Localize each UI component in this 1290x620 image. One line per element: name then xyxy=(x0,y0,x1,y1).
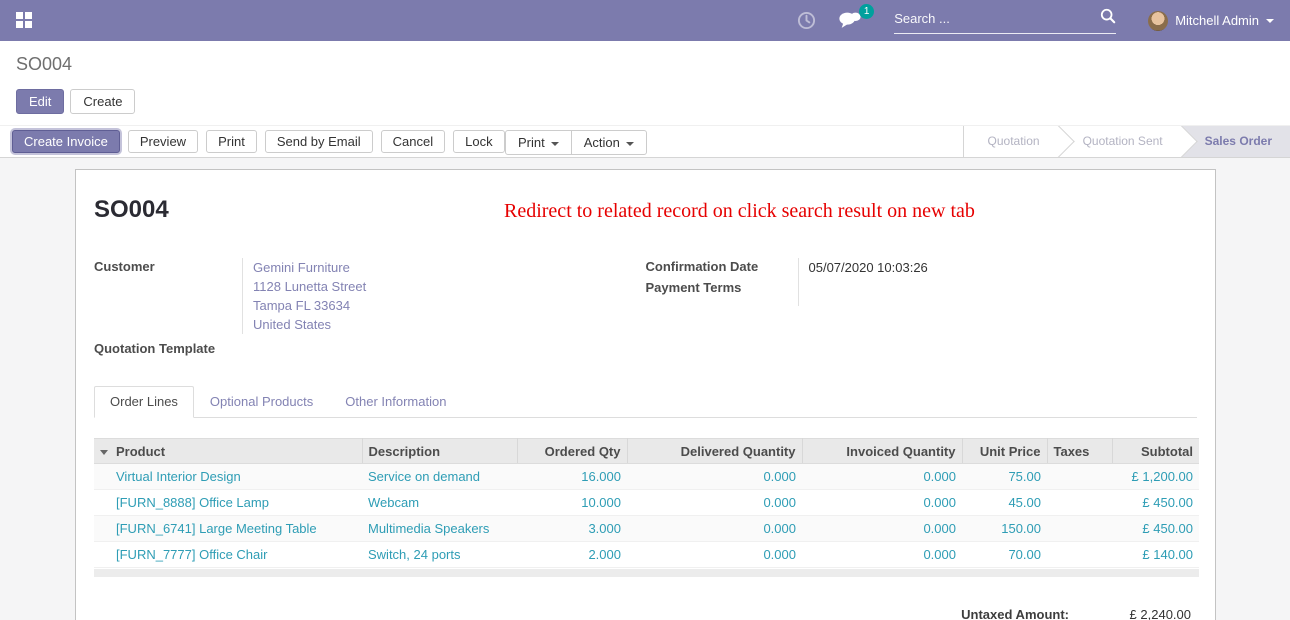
cell-subtotal[interactable]: £ 450.00 xyxy=(1112,490,1199,516)
col-description[interactable]: Description xyxy=(362,439,517,464)
order-lines-table: Product Description Ordered Qty Delivere… xyxy=(94,438,1199,568)
cell-subtotal[interactable]: £ 140.00 xyxy=(1112,542,1199,568)
cell-ordered-qty[interactable]: 16.000 xyxy=(517,464,627,490)
cell-unit-price[interactable]: 150.00 xyxy=(962,516,1047,542)
cell-ordered-qty[interactable]: 3.000 xyxy=(517,516,627,542)
col-unit-price[interactable]: Unit Price xyxy=(962,439,1047,464)
quotation-template-value[interactable] xyxy=(242,340,646,356)
confirmation-date-label: Confirmation Date xyxy=(646,258,798,274)
form-view: SO004 Redirect to related record on clic… xyxy=(0,158,1290,583)
cell-delivered-qty[interactable]: 0.000 xyxy=(627,542,802,568)
edit-button[interactable]: Edit xyxy=(16,89,64,114)
cell-description[interactable]: Multimedia Speakers xyxy=(362,516,517,542)
cell-taxes[interactable] xyxy=(1047,542,1112,568)
table-row[interactable]: Virtual Interior Design Service on deman… xyxy=(94,464,1199,490)
apps-menu-icon[interactable] xyxy=(16,12,33,29)
col-product[interactable]: Product xyxy=(94,439,362,464)
annotation-text: Redirect to related record on click sear… xyxy=(504,200,975,223)
cell-unit-price[interactable]: 75.00 xyxy=(962,464,1047,490)
cell-delivered-qty[interactable]: 0.000 xyxy=(627,490,802,516)
cell-delivered-qty[interactable]: 0.000 xyxy=(627,464,802,490)
cancel-button[interactable]: Cancel xyxy=(381,130,445,153)
status-steps: Quotation Quotation Sent Sales Order xyxy=(963,125,1290,158)
lock-button[interactable]: Lock xyxy=(453,130,504,153)
cell-invoiced-qty[interactable]: 0.000 xyxy=(802,464,962,490)
table-header-row: Product Description Ordered Qty Delivere… xyxy=(94,439,1199,464)
untaxed-amount-value: £ 2,240.00 xyxy=(1069,607,1199,620)
cell-product[interactable]: [FURN_7777] Office Chair xyxy=(94,542,362,568)
quotation-template-label: Quotation Template xyxy=(94,340,242,356)
cell-subtotal[interactable]: £ 1,200.00 xyxy=(1112,464,1199,490)
top-navbar: 1 Mitchell Admin xyxy=(0,0,1290,41)
cell-ordered-qty[interactable]: 2.000 xyxy=(517,542,627,568)
untaxed-amount-label: Untaxed Amount: xyxy=(961,607,1069,620)
control-panel: SO004 Edit Create Print Action 1 / 1 ❮ ❯ xyxy=(0,41,1290,125)
table-row[interactable]: [FURN_7777] Office Chair Switch, 24 port… xyxy=(94,542,1199,568)
cell-delivered-qty[interactable]: 0.000 xyxy=(627,516,802,542)
action-dropdown-button[interactable]: Action xyxy=(571,130,647,155)
user-avatar xyxy=(1148,11,1168,31)
customer-name[interactable]: Gemini Furniture xyxy=(253,258,646,277)
breadcrumb[interactable]: SO004 xyxy=(16,54,1274,75)
tab-optional-products[interactable]: Optional Products xyxy=(194,386,329,418)
notebook-tabs: Order Lines Optional Products Other Info… xyxy=(94,386,1197,418)
create-invoice-button[interactable]: Create Invoice xyxy=(12,130,120,153)
cell-taxes[interactable] xyxy=(1047,490,1112,516)
search-icon[interactable] xyxy=(1100,8,1116,29)
cell-description[interactable]: Webcam xyxy=(362,490,517,516)
send-by-email-button[interactable]: Send by Email xyxy=(265,130,373,153)
preview-button[interactable]: Preview xyxy=(128,130,198,153)
cell-invoiced-qty[interactable]: 0.000 xyxy=(802,542,962,568)
col-delivered-qty[interactable]: Delivered Quantity xyxy=(627,439,802,464)
cell-ordered-qty[interactable]: 10.000 xyxy=(517,490,627,516)
messages-count-badge: 1 xyxy=(859,4,874,19)
customer-city[interactable]: Tampa FL 33634 xyxy=(253,296,646,315)
cell-invoiced-qty[interactable]: 0.000 xyxy=(802,516,962,542)
payment-terms-label: Payment Terms xyxy=(646,279,798,295)
payment-terms-value[interactable] xyxy=(809,277,1198,301)
customer-label: Customer xyxy=(94,258,242,334)
activities-clock-icon[interactable] xyxy=(797,11,816,30)
table-footer-strip xyxy=(94,569,1199,577)
messages-icon[interactable]: 1 xyxy=(838,11,862,30)
user-menu[interactable]: Mitchell Admin xyxy=(1148,11,1274,31)
confirmation-date-value[interactable]: 05/07/2020 10:03:26 xyxy=(809,258,1198,277)
user-name: Mitchell Admin xyxy=(1175,13,1259,28)
table-row[interactable]: [FURN_8888] Office Lamp Webcam 10.000 0.… xyxy=(94,490,1199,516)
cell-product[interactable]: Virtual Interior Design xyxy=(94,464,362,490)
col-invoiced-qty[interactable]: Invoiced Quantity xyxy=(802,439,962,464)
cell-invoiced-qty[interactable]: 0.000 xyxy=(802,490,962,516)
cell-product[interactable]: [FURN_8888] Office Lamp xyxy=(94,490,362,516)
cell-description[interactable]: Service on demand xyxy=(362,464,517,490)
print-button[interactable]: Print xyxy=(206,130,257,153)
cell-subtotal[interactable]: £ 450.00 xyxy=(1112,516,1199,542)
col-taxes[interactable]: Taxes xyxy=(1047,439,1112,464)
step-quotation[interactable]: Quotation xyxy=(963,125,1058,158)
col-subtotal[interactable]: Subtotal xyxy=(1112,439,1199,464)
form-sheet: SO004 Redirect to related record on clic… xyxy=(75,169,1216,620)
col-ordered-qty[interactable]: Ordered Qty xyxy=(517,439,627,464)
sort-caret-icon[interactable] xyxy=(100,450,108,455)
customer-country[interactable]: United States xyxy=(253,315,646,334)
cell-taxes[interactable] xyxy=(1047,464,1112,490)
cell-unit-price[interactable]: 45.00 xyxy=(962,490,1047,516)
print-dropdown-button[interactable]: Print xyxy=(505,130,572,155)
step-quotation-sent[interactable]: Quotation Sent xyxy=(1058,125,1181,158)
create-button[interactable]: Create xyxy=(70,89,135,114)
cell-product[interactable]: [FURN_6741] Large Meeting Table xyxy=(94,516,362,542)
customer-street[interactable]: 1128 Lunetta Street xyxy=(253,277,646,296)
cell-taxes[interactable] xyxy=(1047,516,1112,542)
tab-order-lines[interactable]: Order Lines xyxy=(94,386,194,418)
customer-value[interactable]: Gemini Furniture 1128 Lunetta Street Tam… xyxy=(242,258,646,334)
table-row[interactable]: [FURN_6741] Large Meeting Table Multimed… xyxy=(94,516,1199,542)
navbar-search xyxy=(894,8,1116,34)
chevron-down-icon xyxy=(626,142,634,146)
tab-other-information[interactable]: Other Information xyxy=(329,386,462,418)
cell-description[interactable]: Switch, 24 ports xyxy=(362,542,517,568)
chevron-down-icon xyxy=(1266,19,1274,23)
search-input[interactable] xyxy=(894,11,1100,26)
chevron-down-icon xyxy=(551,142,559,146)
totals-row: Untaxed Amount: £ 2,240.00 xyxy=(94,607,1199,620)
cell-unit-price[interactable]: 70.00 xyxy=(962,542,1047,568)
